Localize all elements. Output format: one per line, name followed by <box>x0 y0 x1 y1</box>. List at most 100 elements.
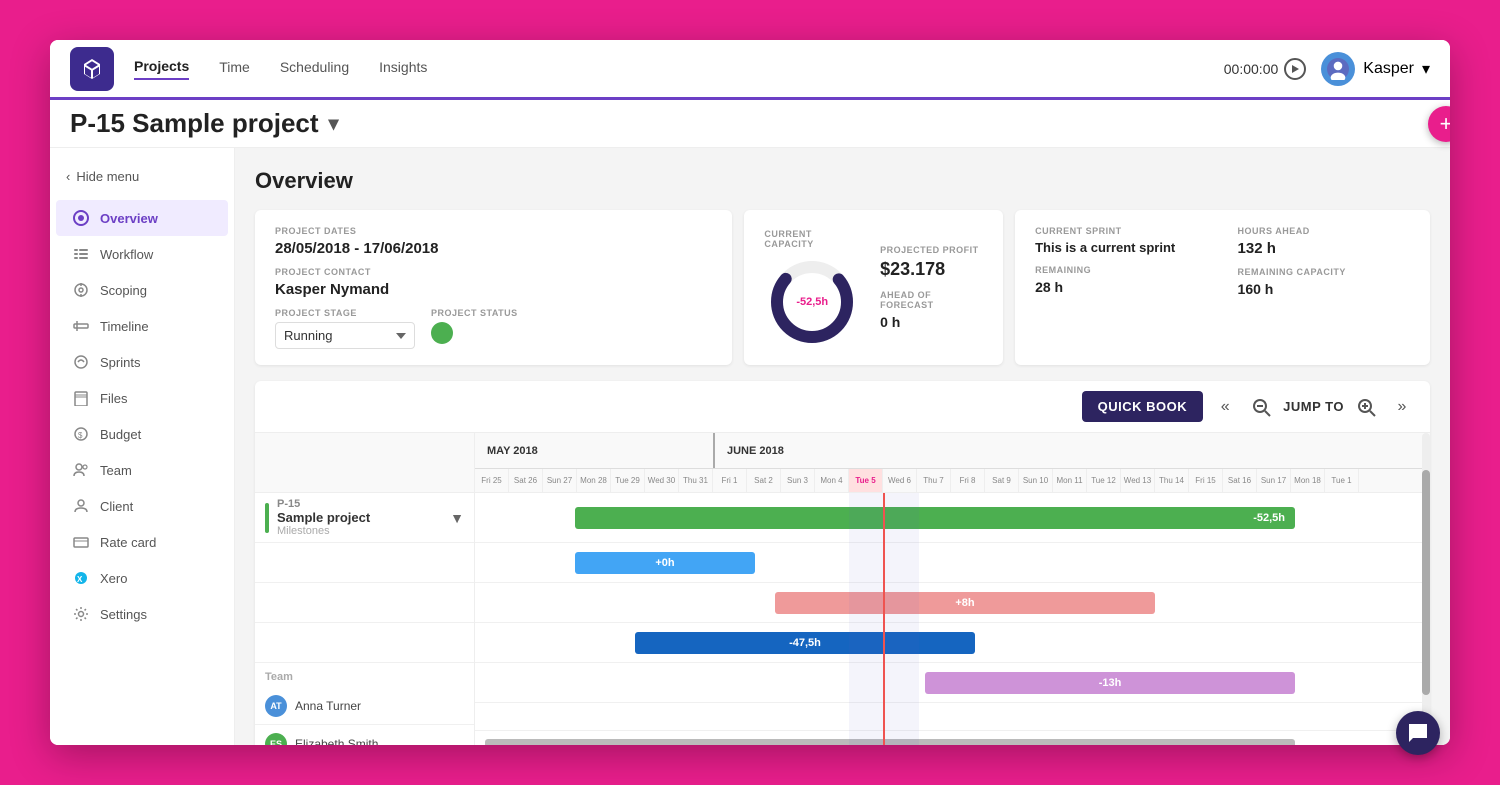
sidebar-label-xero: Xero <box>100 571 127 586</box>
gantt-bar-row-project: -52,5h <box>475 493 1430 543</box>
svg-text:X: X <box>77 575 83 584</box>
quick-book-button[interactable]: QUICK BOOK <box>1082 391 1204 422</box>
sidebar-label-client: Client <box>100 499 133 514</box>
user-avatar <box>1321 52 1355 86</box>
sidebar-item-budget[interactable]: $ Budget <box>56 416 228 452</box>
project-color-bar <box>265 503 269 533</box>
sidebar-item-rate-card[interactable]: Rate card <box>56 524 228 560</box>
hide-menu-label: Hide menu <box>76 169 139 184</box>
sprint-stats: CURRENT SPRINT This is a current sprint … <box>1035 226 1410 297</box>
today-line <box>883 493 885 745</box>
stats-row: PROJECT DATES 28/05/2018 - 17/06/2018 PR… <box>255 210 1430 365</box>
projected-profit-value: $23.178 <box>880 259 983 280</box>
sidebar-item-client[interactable]: Client <box>56 488 228 524</box>
gantt-days-header: Fri 25 Sat 26 Sun 27 Mon 28 Tue 29 Wed 3… <box>475 469 1430 493</box>
main-content: Overview PROJECT DATES 28/05/2018 - 17/0… <box>235 148 1450 745</box>
current-sprint-label: CURRENT SPRINT <box>1035 226 1207 236</box>
top-navigation: Projects Time Scheduling Insights 00:00:… <box>50 40 1450 100</box>
blue-dark-bar-label: -47,5h <box>789 637 821 649</box>
gantt-bar-row-blue-dark: -47,5h <box>475 623 1430 663</box>
project-dates-value: 28/05/2018 - 17/06/2018 <box>275 240 712 257</box>
files-icon <box>72 389 90 407</box>
timer-display: 00:00:00 <box>1224 58 1307 80</box>
remaining-capacity-label: REMAINING CAPACITY <box>1238 267 1410 277</box>
elizabeth-avatar: ES <box>265 733 287 746</box>
gantt-bars-area: -52,5h +0h <box>475 493 1430 745</box>
fab-add-button[interactable]: + <box>1428 106 1450 142</box>
nav-insights[interactable]: Insights <box>379 59 427 79</box>
gantt-left-panel: P-15 Sample project Milestones ▼ <box>255 433 475 745</box>
gantt-project-id: P-15 <box>277 498 370 510</box>
sidebar-item-files[interactable]: Files <box>56 380 228 416</box>
nav-projects[interactable]: Projects <box>134 58 189 80</box>
project-stage-label: PROJECT STAGE <box>275 308 415 318</box>
gantt-project-name: Sample project <box>277 510 370 525</box>
xero-icon: X <box>72 569 90 587</box>
projected-profit-label: PROJECTED PROFIT <box>880 245 983 255</box>
remaining-capacity-value: 160 h <box>1238 281 1410 297</box>
gantt-bar-row-salmon: +8h <box>475 583 1430 623</box>
gantt-bar-row-pink: -13h <box>475 663 1430 703</box>
gantt-bar-row-blue-light: +0h <box>475 543 1430 583</box>
rate-card-icon <box>72 533 90 551</box>
stat-card-dates: PROJECT DATES 28/05/2018 - 17/06/2018 PR… <box>255 210 732 365</box>
green-project-bar: -52,5h <box>575 507 1295 529</box>
workflow-icon <box>72 245 90 263</box>
gantt-collapse-icon[interactable]: ▼ <box>450 510 464 526</box>
gantt-next-next-button[interactable]: » <box>1388 393 1416 421</box>
sidebar-label-settings: Settings <box>100 607 147 622</box>
gantt-right-panel: MAY 2018 JUNE 2018 Fri 25 Sat 26 Sun 27 <box>475 433 1430 745</box>
user-menu[interactable]: Kasper ▾ <box>1321 52 1430 86</box>
sidebar-item-sprints[interactable]: Sprints <box>56 344 228 380</box>
nav-time[interactable]: Time <box>219 59 250 79</box>
app-logo[interactable] <box>70 47 114 91</box>
chat-bubble-button[interactable] <box>1396 711 1440 755</box>
stat-card-sprint: CURRENT SPRINT This is a current sprint … <box>1015 210 1430 365</box>
nav-right: 00:00:00 Kasper ▾ <box>1224 52 1430 86</box>
timeline-icon <box>72 317 90 335</box>
budget-icon: $ <box>72 425 90 443</box>
team-section-label: Team <box>255 663 474 687</box>
sidebar-label-team: Team <box>100 463 132 478</box>
svg-text:$: $ <box>78 431 83 440</box>
stat-card-capacity: CURRENT CAPACITY -52,5h PROJECTED PROFIT <box>744 210 1003 365</box>
zoom-out-button[interactable] <box>1247 393 1275 421</box>
sidebar-item-team[interactable]: Team <box>56 452 228 488</box>
timer-play-button[interactable] <box>1284 58 1306 80</box>
gantt-prev-prev-button[interactable]: « <box>1211 393 1239 421</box>
pink-bar-label: -13h <box>1099 677 1122 689</box>
ahead-of-forecast-label: AHEAD OF FORECAST <box>880 290 983 310</box>
sidebar-item-workflow[interactable]: Workflow <box>56 236 228 272</box>
sprints-icon <box>72 353 90 371</box>
scoping-icon <box>72 281 90 299</box>
project-dropdown-icon[interactable]: ▾ <box>329 111 339 136</box>
sidebar-item-settings[interactable]: Settings <box>56 596 228 632</box>
sidebar-item-timeline[interactable]: Timeline <box>56 308 228 344</box>
sidebar-item-xero[interactable]: X Xero <box>56 560 228 596</box>
hide-menu-button[interactable]: ‹ Hide menu <box>50 163 234 190</box>
sidebar-label-rate-card: Rate card <box>100 535 156 550</box>
blue-light-bar: +0h <box>575 552 755 574</box>
current-sprint-value: This is a current sprint <box>1035 240 1207 255</box>
elizabeth-name: Elizabeth Smith <box>295 737 378 746</box>
month-june: JUNE 2018 <box>715 433 1430 468</box>
nav-scheduling[interactable]: Scheduling <box>280 59 349 79</box>
gantt-scrollbar-thumb[interactable] <box>1422 470 1430 694</box>
main-body: ‹ Hide menu Overview Workflow <box>50 148 1450 745</box>
timer-value: 00:00:00 <box>1224 61 1279 77</box>
gantt-toolbar: QUICK BOOK « JUMP TO » <box>255 381 1430 433</box>
hours-ahead-value: 132 h <box>1238 240 1410 257</box>
project-title-text: P-15 Sample project <box>70 108 319 139</box>
sidebar: ‹ Hide menu Overview Workflow <box>50 148 235 745</box>
sidebar-label-workflow: Workflow <box>100 247 153 262</box>
gantt-scrollbar-track[interactable] <box>1422 433 1430 745</box>
project-stage-select[interactable]: Running Planning Complete <box>275 322 415 349</box>
gantt-section: QUICK BOOK « JUMP TO » <box>255 381 1430 745</box>
zoom-in-button[interactable] <box>1352 393 1380 421</box>
sidebar-item-scoping[interactable]: Scoping <box>56 272 228 308</box>
sidebar-item-overview[interactable]: Overview <box>56 200 228 236</box>
pink-bar: -13h <box>925 672 1295 694</box>
sidebar-label-scoping: Scoping <box>100 283 147 298</box>
settings-icon <box>72 605 90 623</box>
green-bar-label: -52,5h <box>1253 512 1285 524</box>
